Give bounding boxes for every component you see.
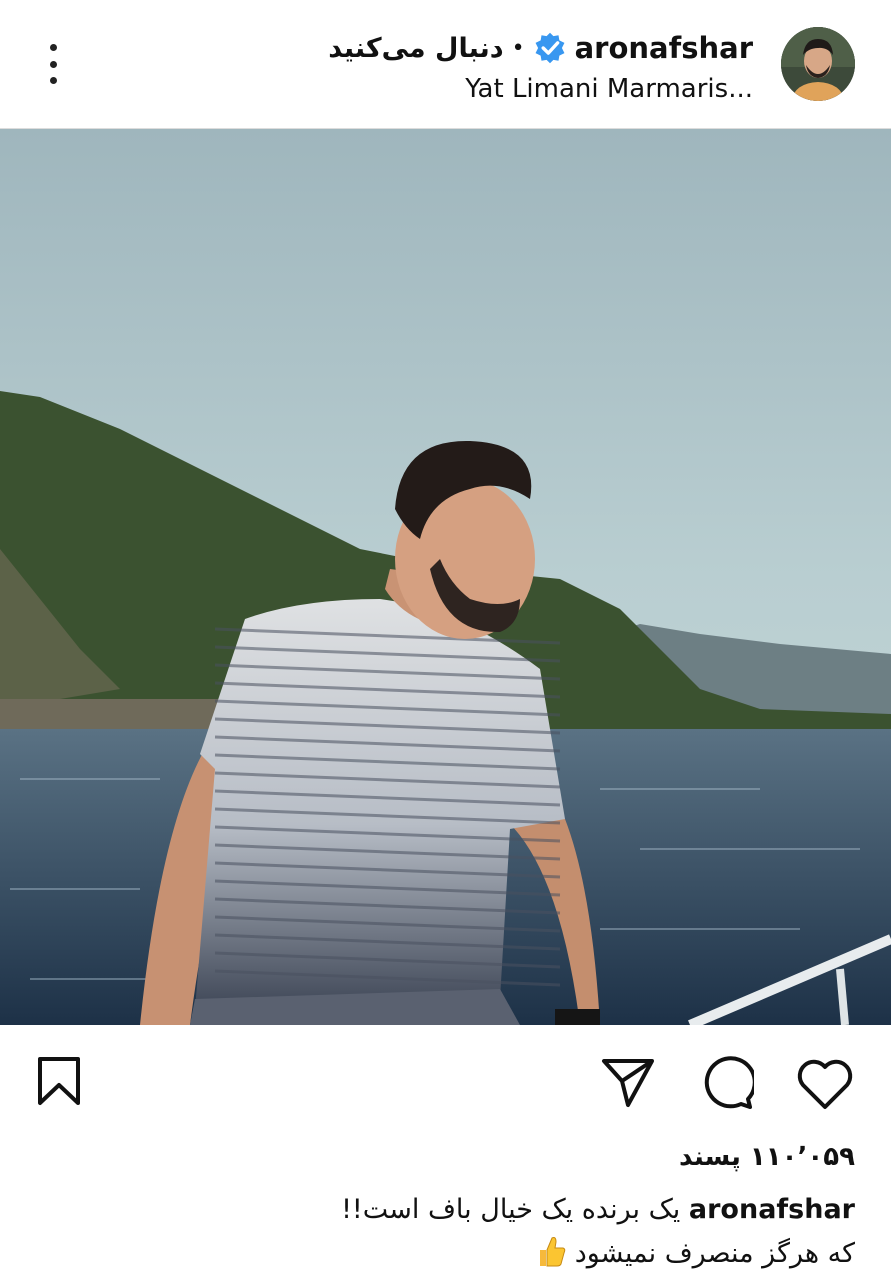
post-header: دنبال می‌کنید • aronafshar Yat Limani Ma… (0, 0, 891, 129)
username-link[interactable]: aronafshar (575, 31, 753, 65)
caption-username[interactable]: aronafshar (689, 1194, 855, 1225)
post-caption: aronafshar یک برنده یک خیال باف است!! که… (35, 1188, 855, 1276)
more-vertical-icon-dot (49, 77, 57, 84)
likes-label: پسند (678, 1142, 741, 1172)
more-vertical-icon (49, 44, 57, 51)
verified-badge-icon (535, 32, 565, 64)
following-status[interactable]: دنبال می‌کنید (328, 33, 503, 64)
comment-icon[interactable] (698, 1055, 754, 1111)
user-info: دنبال می‌کنید • aronafshar Yat Limani Ma… (328, 28, 753, 104)
avatar[interactable] (781, 27, 855, 101)
separator-dot: • (511, 35, 525, 61)
more-vertical-icon-dot (49, 60, 57, 68)
heart-icon[interactable] (795, 1057, 855, 1111)
name-row: دنبال می‌کنید • aronafshar (328, 28, 753, 68)
location-link[interactable]: Yat Limani Marmaris... (328, 74, 753, 104)
post-image (0, 129, 891, 1025)
avatar-image (781, 27, 855, 101)
likes-count[interactable]: ۱۱۰٬۰۵۹ پسند (679, 1142, 855, 1172)
caption-text-1: یک برنده یک خیال باف است!! (341, 1194, 681, 1225)
caption-text-2: که هرگز منصرف نمیشود (574, 1238, 855, 1269)
caption-line-1: aronafshar یک برنده یک خیال باف است!! (35, 1188, 855, 1232)
bookmark-icon[interactable] (36, 1055, 82, 1107)
likes-number: ۱۱۰٬۰۵۹ (749, 1142, 855, 1172)
post-photo[interactable] (0, 129, 891, 1025)
more-options-button[interactable] (38, 40, 68, 88)
thumbs-up-icon (540, 1237, 566, 1267)
caption-line-2: که هرگز منصرف نمیشود (35, 1232, 855, 1276)
post-actions-bar (0, 1025, 891, 1145)
send-icon[interactable] (600, 1057, 656, 1109)
